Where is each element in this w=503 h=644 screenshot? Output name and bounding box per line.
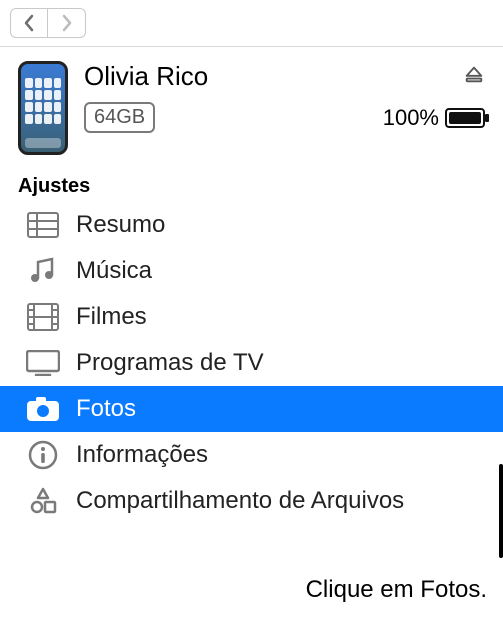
device-thumbnail: [18, 61, 68, 155]
info-icon: [26, 440, 60, 470]
settings-section-title: Ajustes: [0, 169, 503, 202]
film-icon: [26, 302, 60, 332]
chevron-right-icon: [60, 14, 74, 32]
apps-icon: [26, 486, 60, 516]
music-icon: [26, 256, 60, 286]
forward-button[interactable]: [48, 8, 86, 38]
sidebar-item-music[interactable]: Música: [0, 248, 503, 294]
chevron-left-icon: [22, 14, 36, 32]
camera-icon: [26, 394, 60, 424]
caption: Clique em Fotos.: [306, 576, 487, 604]
device-header: Olivia Rico 64GB 100%: [0, 47, 503, 169]
back-button[interactable]: [10, 8, 48, 38]
sidebar-item-movies[interactable]: Filmes: [0, 294, 503, 340]
battery-status: 100%: [383, 105, 485, 131]
sidebar-item-tv[interactable]: Programas de TV: [0, 340, 503, 386]
sidebar-item-label: Música: [76, 257, 152, 285]
sidebar-item-sharing[interactable]: Compartilhamento de Arquivos: [0, 478, 503, 524]
battery-icon: [445, 108, 485, 128]
capacity-badge: 64GB: [84, 102, 155, 133]
nav-toolbar: [0, 0, 503, 47]
sidebar-item-summary[interactable]: Resumo: [0, 202, 503, 248]
list-icon: [26, 210, 60, 240]
battery-percent-text: 100%: [383, 105, 439, 131]
sidebar-item-label: Resumo: [76, 211, 165, 239]
eject-button[interactable]: [463, 63, 485, 90]
scrollbar-thumb[interactable]: [499, 464, 503, 558]
sidebar-item-label: Informações: [76, 441, 208, 469]
sidebar-item-label: Compartilhamento de Arquivos: [76, 487, 404, 515]
sidebar-item-label: Programas de TV: [76, 349, 264, 377]
device-name: Olivia Rico: [84, 61, 208, 92]
sidebar-item-info[interactable]: Informações: [0, 432, 503, 478]
sidebar-item-photos[interactable]: Fotos: [0, 386, 503, 432]
sidebar-item-label: Filmes: [76, 303, 147, 331]
sidebar-item-label: Fotos: [76, 395, 136, 423]
settings-list: Resumo Música Filmes Programas de TV Fotos In…: [0, 202, 503, 524]
eject-icon: [463, 63, 485, 85]
tv-icon: [26, 348, 60, 378]
